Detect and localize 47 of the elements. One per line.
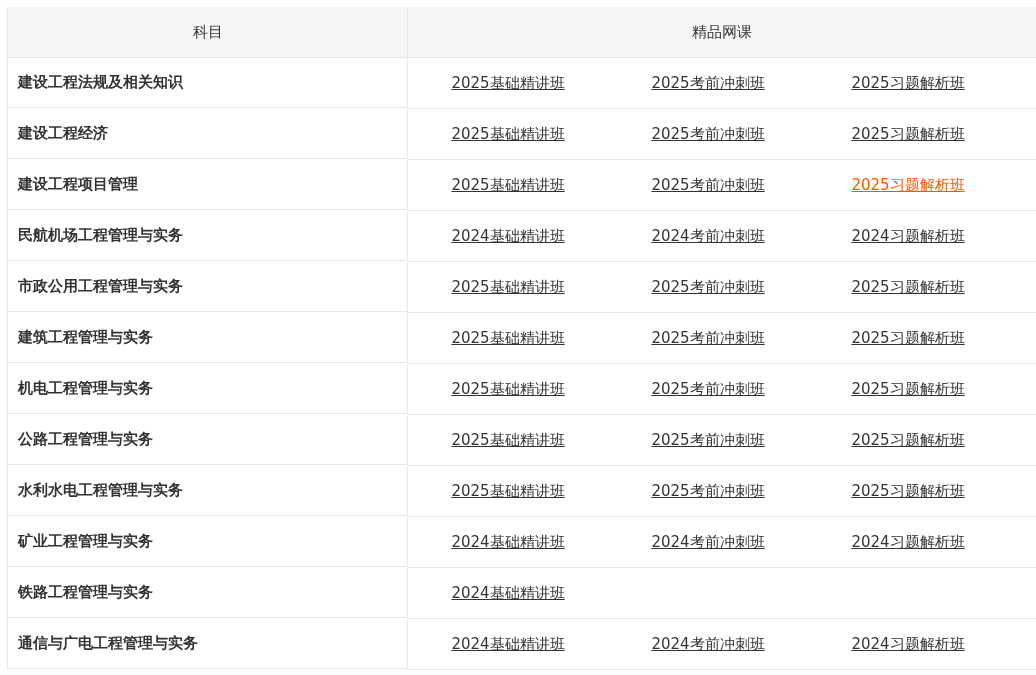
subject-cell: 矿业工程管理与实务 (8, 517, 408, 567)
course-link[interactable]: 2025基础精讲班 (451, 124, 565, 144)
course-link[interactable]: 2025考前冲刺班 (651, 481, 765, 501)
course-link[interactable]: 2025基础精讲班 (451, 328, 565, 348)
course-link[interactable]: 2025基础精讲班 (451, 73, 565, 93)
course-link[interactable]: 2025考前冲刺班 (651, 430, 765, 450)
subject-cell: 建筑工程管理与实务 (8, 313, 408, 363)
course-link[interactable]: 2025习题解析班 (851, 328, 965, 348)
course-link[interactable]: 2024习题解析班 (851, 532, 965, 552)
course-link[interactable]: 2024习题解析班 (851, 634, 965, 654)
course-link[interactable]: 2025习题解析班 (851, 379, 965, 399)
course-link[interactable]: 2025习题解析班 (851, 73, 965, 93)
course-link[interactable]: 2024基础精讲班 (451, 226, 565, 246)
subject-cell: 公路工程管理与实务 (8, 415, 408, 465)
course-link[interactable]: 2025习题解析班 (851, 430, 965, 450)
course-link[interactable]: 2024考前冲刺班 (651, 226, 765, 246)
course-link[interactable]: 2024基础精讲班 (451, 583, 565, 603)
course-link[interactable]: 2025基础精讲班 (451, 379, 565, 399)
course-link[interactable]: 2024基础精讲班 (451, 634, 565, 654)
course-link[interactable]: 2025考前冲刺班 (651, 175, 765, 195)
subject-cell: 通信与广电工程管理与实务 (8, 619, 408, 669)
course-link[interactable]: 2025考前冲刺班 (651, 73, 765, 93)
course-link[interactable]: 2025习题解析班 (851, 124, 965, 144)
subject-cell: 民航机场工程管理与实务 (8, 211, 408, 261)
subject-cell: 机电工程管理与实务 (8, 364, 408, 414)
subject-cell: 建设工程项目管理 (8, 160, 408, 210)
course-link[interactable]: 2025基础精讲班 (451, 430, 565, 450)
course-link[interactable]: 2024考前冲刺班 (651, 634, 765, 654)
course-link[interactable]: 2025习题解析班 (851, 481, 965, 501)
subject-cell: 建设工程法规及相关知识 (8, 58, 408, 108)
subject-cell: 水利水电工程管理与实务 (8, 466, 408, 516)
course-link[interactable]: 2025习题解析班 (851, 277, 965, 297)
course-link[interactable]: 2025考前冲刺班 (651, 379, 765, 399)
course-link[interactable]: 2025考前冲刺班 (651, 328, 765, 348)
course-link[interactable]: 2024习题解析班 (851, 226, 965, 246)
subject-cell: 铁路工程管理与实务 (8, 568, 408, 618)
subject-cell: 市政公用工程管理与实务 (8, 262, 408, 312)
course-link[interactable]: 2024考前冲刺班 (651, 532, 765, 552)
course-link[interactable]: 2025考前冲刺班 (651, 124, 765, 144)
course-link[interactable]: 2025基础精讲班 (451, 481, 565, 501)
course-link[interactable]: 2025基础精讲班 (451, 175, 565, 195)
course-link[interactable]: 2025基础精讲班 (451, 277, 565, 297)
column-header: 科目 (8, 7, 408, 58)
column-header: 精品网课 (408, 7, 1036, 58)
course-link[interactable]: 2024基础精讲班 (451, 532, 565, 552)
course-link[interactable]: 2025考前冲刺班 (651, 277, 765, 297)
subject-cell: 建设工程经济 (8, 109, 408, 159)
